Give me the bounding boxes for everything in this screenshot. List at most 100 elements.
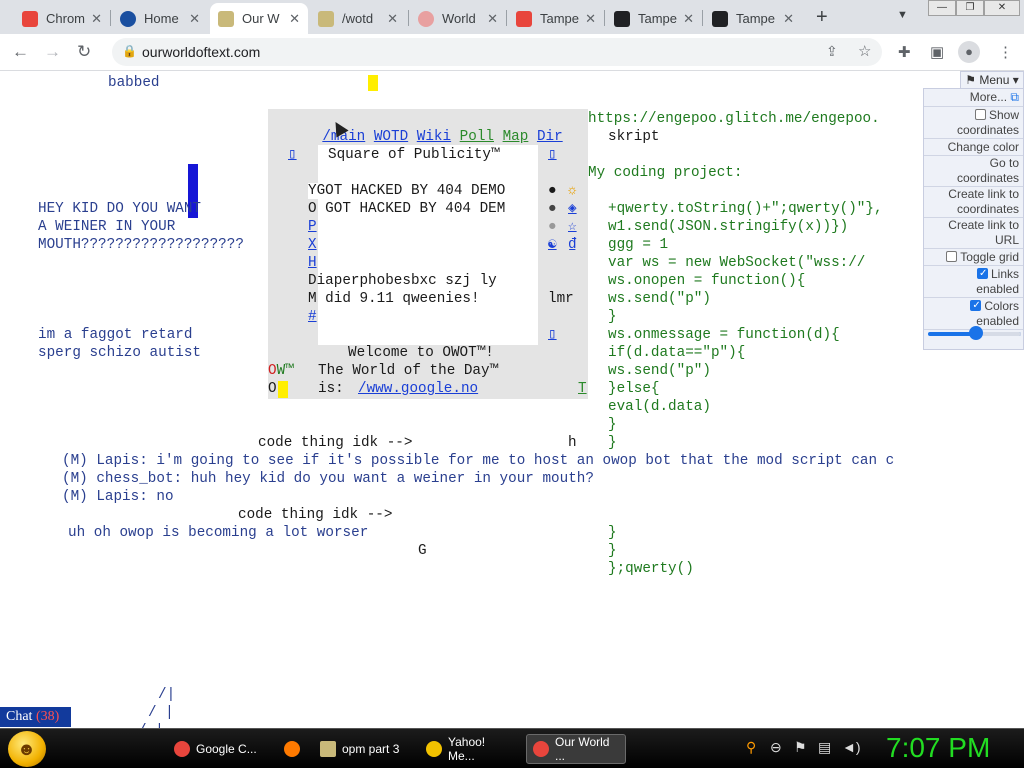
tab-3[interactable]: /wotd ✕ (310, 3, 406, 34)
flag-icon[interactable]: ⚑ (794, 739, 807, 756)
search-icon[interactable]: ⚲ (746, 739, 756, 756)
close-tab-icon[interactable]: ✕ (289, 11, 300, 27)
close-window-button[interactable]: ✕ (984, 0, 1020, 16)
lock-icon[interactable]: 🔒 (122, 44, 137, 58)
minus-circle-icon[interactable]: ⊖ (770, 739, 782, 756)
menu-item-toggle-grid[interactable]: Toggle grid (946, 250, 1019, 265)
nav-link-wotd[interactable]: WOTD (374, 129, 408, 145)
smiley-icon: ☻ (17, 739, 36, 759)
nav-link-poll[interactable]: Poll (460, 129, 494, 145)
menu-item-show-coordinates[interactable]: Show coordinates (927, 108, 1019, 138)
tab-1[interactable]: Home ✕ (112, 3, 208, 34)
close-tab-icon[interactable]: ✕ (189, 11, 200, 27)
chat-message: (M) chess_bot: huh hey kid do you want a… (62, 471, 594, 487)
yin-yang-icon[interactable]: ☯ (548, 236, 557, 254)
tab-0[interactable]: Chrom ✕ (14, 3, 110, 34)
tab-separator (506, 10, 507, 26)
menu-item-more[interactable]: More... ⧉ (970, 90, 1019, 105)
tab-5[interactable]: Tampe ✕ (508, 3, 604, 34)
menu-button[interactable]: ⚑ Menu ▾ (960, 71, 1024, 89)
letter-link[interactable]: X (308, 236, 317, 254)
star-icon[interactable]: ☆ (568, 218, 577, 236)
taskbar-item-chrome[interactable]: Google C... (168, 734, 268, 764)
currency-icon[interactable]: ₫ (568, 236, 577, 254)
t-link[interactable]: T (578, 380, 587, 398)
close-tab-icon[interactable]: ✕ (783, 11, 794, 27)
tab-search-chevron-icon[interactable]: ▼ (897, 9, 908, 21)
box-link-icon[interactable]: ▯ (288, 146, 297, 164)
bookmark-star-icon[interactable]: ☆ (858, 42, 871, 60)
welcome-text: Welcome to OWOT™! (348, 345, 494, 361)
taskbar-item-yahoo[interactable]: Yahoo! Me... (420, 734, 520, 764)
close-tab-icon[interactable]: ✕ (683, 11, 694, 27)
owot-canvas[interactable]: babbed HEY KID DO YOU WANT A WEINER IN Y… (0, 71, 1024, 728)
letter-link[interactable]: P (308, 218, 317, 236)
menu-item-change-color[interactable]: Change color (948, 140, 1019, 155)
volume-icon[interactable]: ◄) (842, 739, 861, 755)
canvas-text: M did 9.11 qweenies! (308, 291, 480, 307)
toggle-grid-checkbox[interactable] (946, 251, 958, 262)
tab-7[interactable]: Tampe ✕ (704, 3, 802, 34)
links-enabled-checkbox[interactable] (976, 266, 988, 281)
diamond-icon[interactable]: ◈ (568, 200, 577, 218)
yellow-cell (368, 75, 378, 91)
tab-title: /wotd (342, 11, 374, 26)
canvas-text: My coding project: (588, 165, 743, 181)
minimize-button[interactable]: — (928, 0, 956, 16)
zoom-slider-thumb[interactable] (969, 326, 984, 340)
letter-link[interactable]: H (308, 254, 317, 272)
profile-avatar-icon[interactable]: ● (958, 41, 980, 63)
tab-title: Our W (242, 11, 280, 26)
start-button[interactable]: ☻ (8, 731, 46, 767)
menu-item-create-link-coordinates[interactable]: Create link to coordinates (923, 187, 1019, 217)
nav-link-wiki[interactable]: Wiki (417, 129, 451, 145)
url-text[interactable]: ourworldoftext.com (142, 44, 260, 60)
system-clock[interactable]: 7:07 PM (886, 732, 990, 764)
menu-item-links-enabled[interactable]: Links enabled (949, 266, 1019, 297)
box-link-icon[interactable]: ▯ (548, 146, 557, 164)
menu-item-go-to-coordinates[interactable]: Go to coordinates (929, 156, 1019, 186)
side-panel-icon[interactable]: ▣ (930, 43, 944, 61)
chat-button[interactable]: Chat (38) (0, 707, 71, 727)
nav-link-dir[interactable]: Dir (537, 129, 563, 145)
network-icon[interactable]: ▤ (818, 739, 831, 756)
reload-icon[interactable]: ↻ (77, 42, 91, 62)
more-menu-icon[interactable]: ⋮ (998, 43, 1013, 61)
close-tab-icon[interactable]: ✕ (91, 11, 102, 27)
menu-item-colors-enabled[interactable]: Colors enabled (945, 298, 1019, 329)
canvas-text: sperg schizo autist (38, 345, 202, 361)
letter-link[interactable]: # (308, 308, 317, 326)
colors-enabled-checkbox[interactable] (970, 298, 982, 313)
menu-item-create-link-url[interactable]: Create link to URL (923, 218, 1019, 248)
wotd-is: is: (318, 381, 344, 397)
colors-enabled-label: Colors enabled (976, 299, 1019, 328)
new-tab-button[interactable]: + (816, 6, 828, 29)
share-icon[interactable]: ⇪ (826, 43, 838, 60)
taskbar-item-document[interactable]: opm part 3 (314, 734, 414, 764)
show-coordinates-checkbox[interactable] (974, 109, 986, 120)
hacked-line: O GOT HACKED BY 404 DEM (308, 200, 505, 218)
tab-title: Home (144, 11, 179, 26)
close-tab-icon[interactable]: ✕ (387, 11, 398, 27)
extensions-icon[interactable]: ✚ (898, 43, 911, 61)
address-bar[interactable]: 🔒 ourworldoftext.com ⇪ ☆ (112, 38, 882, 66)
close-tab-icon[interactable]: ✕ (585, 11, 596, 27)
chrome-icon (533, 741, 549, 757)
box-link-icon[interactable]: ▯ (548, 326, 557, 344)
taskbar-item-our-world[interactable]: Our World ... (526, 734, 626, 764)
chat-message: (M) Lapis: no (62, 489, 174, 505)
menu-panel: More... ⧉ Show coordinates Change color … (923, 88, 1024, 350)
tab-title: Tampe (638, 11, 678, 26)
document-icon (320, 741, 336, 757)
forward-arrow-icon[interactable]: → (44, 42, 61, 62)
wotd-link[interactable]: /www.google.no (358, 380, 478, 398)
taskbar-label: opm part 3 (342, 742, 400, 756)
maximize-button[interactable]: ❐ (956, 0, 984, 16)
close-tab-icon[interactable]: ✕ (487, 11, 498, 27)
nav-link-map[interactable]: Map (503, 129, 529, 145)
back-arrow-icon[interactable]: ← (12, 42, 29, 62)
tab-6[interactable]: Tampe ✕ (606, 3, 702, 34)
taskbar-item-firefox[interactable] (278, 734, 308, 764)
tab-4[interactable]: World ✕ (410, 3, 506, 34)
tab-2-active[interactable]: Our W ✕ (210, 3, 308, 34)
